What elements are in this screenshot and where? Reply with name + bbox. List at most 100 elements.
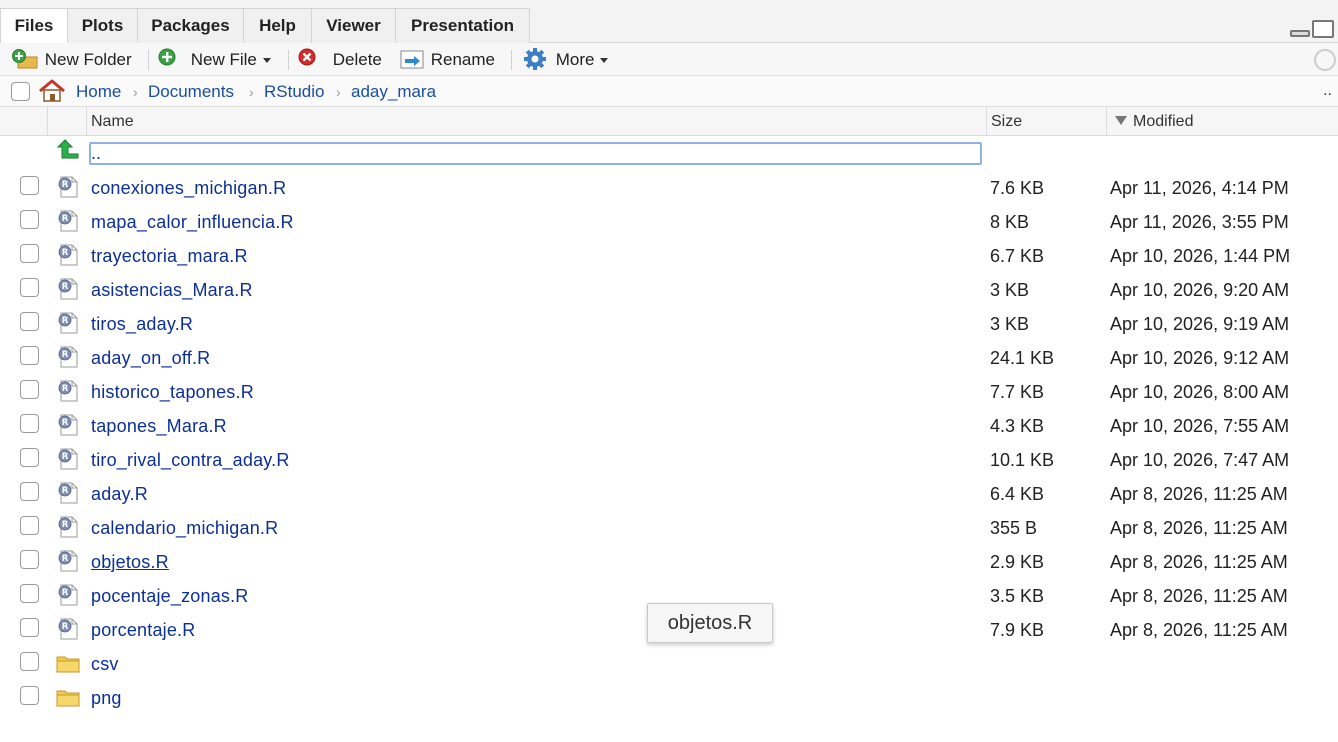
refresh-icon[interactable]	[1314, 49, 1336, 71]
delete-button[interactable]: Delete	[298, 47, 382, 73]
svg-text:R: R	[62, 350, 69, 360]
tab-help[interactable]: Help	[244, 8, 312, 43]
file-name-link[interactable]: calendario_michigan.R	[91, 517, 278, 539]
svg-text:R: R	[62, 180, 69, 190]
file-size: 6.4 KB	[990, 484, 1045, 504]
row-checkbox[interactable]	[20, 278, 39, 297]
row-checkbox[interactable]	[20, 482, 39, 501]
go-up-icon[interactable]	[56, 138, 80, 162]
file-row[interactable]: Raday.R 6.4 KB Apr 8, 2026, 11:25 AM	[0, 477, 1338, 511]
r-file-icon: R	[58, 176, 78, 198]
file-name-link[interactable]: aday_on_off.R	[91, 347, 210, 369]
r-file-icon: R	[58, 346, 78, 368]
new-folder-label: New Folder	[44, 50, 132, 69]
folder-icon	[56, 656, 80, 673]
file-row[interactable]: Robjetos.R 2.9 KB Apr 8, 2026, 11:25 AM	[0, 545, 1338, 579]
row-checkbox[interactable]	[20, 176, 39, 195]
file-row[interactable]: png	[0, 681, 1338, 715]
file-row[interactable]: Rasistencias_Mara.R 3 KB Apr 10, 2026, 9:2…	[0, 273, 1338, 307]
breadcrumb-overflow-button[interactable]: ..	[1323, 82, 1332, 100]
file-row[interactable]: Rtiro_rival_contra_aday.R 10.1 KB Apr 10, …	[0, 443, 1338, 477]
maximize-pane-icon[interactable]	[1312, 20, 1334, 38]
file-name-link[interactable]: asistencias_Mara.R	[91, 279, 253, 301]
header-size[interactable]: Size	[986, 107, 1106, 136]
breadcrumb-rstudio[interactable]: RStudio	[264, 81, 324, 103]
header-name[interactable]: Name	[86, 107, 986, 136]
minimize-pane-icon[interactable]	[1290, 30, 1310, 37]
tab-files[interactable]: Files	[0, 8, 68, 44]
rename-label: Rename	[430, 50, 495, 69]
file-modified: Apr 10, 2026, 9:19 AM	[1110, 314, 1290, 334]
row-checkbox[interactable]	[20, 346, 39, 365]
file-size: 8 KB	[990, 212, 1030, 232]
row-checkbox[interactable]	[20, 550, 39, 569]
svg-text:R: R	[62, 418, 69, 428]
file-name-link[interactable]: csv	[91, 653, 119, 675]
breadcrumb-aday-mara[interactable]: aday_mara	[351, 81, 436, 103]
header-modified[interactable]: Modified	[1106, 107, 1338, 136]
row-checkbox[interactable]	[20, 652, 39, 671]
file-name-link[interactable]: historico_tapones.R	[91, 381, 254, 403]
chevron-down-icon	[262, 58, 271, 64]
file-size: 24.1 KB	[990, 348, 1055, 368]
row-checkbox[interactable]	[20, 210, 39, 229]
row-checkbox[interactable]	[20, 244, 39, 263]
file-row[interactable]: Rtiros_aday.R 3 KB Apr 10, 2026, 9:19 AM	[0, 307, 1338, 341]
more-label: More	[555, 50, 595, 69]
r-file-icon: R	[58, 244, 78, 266]
svg-text:R: R	[62, 282, 69, 292]
file-name-link[interactable]: trayectoria_mara.R	[91, 245, 248, 267]
row-checkbox[interactable]	[20, 380, 39, 399]
home-icon[interactable]	[38, 79, 66, 103]
file-row[interactable]: Rconexiones_michigan.R 7.6 KB Apr 11, 2026…	[0, 171, 1338, 205]
rename-button[interactable]: Rename	[400, 47, 495, 73]
file-row[interactable]: Rtrayectoria_mara.R 6.7 KB Apr 10, 2026, 1…	[0, 239, 1338, 273]
row-checkbox[interactable]	[20, 686, 39, 705]
file-name-link[interactable]: objetos.R	[91, 551, 169, 573]
header-name-label: Name	[91, 113, 134, 130]
toolbar-divider	[511, 50, 512, 70]
row-checkbox[interactable]	[20, 312, 39, 331]
breadcrumb-home[interactable]: Home	[76, 81, 121, 103]
file-name-link[interactable]: tiros_aday.R	[91, 313, 193, 335]
parent-directory-row[interactable]	[89, 142, 982, 165]
breadcrumb-documents[interactable]: Documents	[148, 81, 234, 103]
tab-viewer[interactable]: Viewer	[312, 8, 396, 43]
row-checkbox[interactable]	[20, 584, 39, 603]
file-row[interactable]: Rtapones_Mara.R 4.3 KB Apr 10, 2026, 7:55 …	[0, 409, 1338, 443]
tab-packages[interactable]: Packages	[138, 8, 244, 43]
svg-text:R: R	[62, 248, 69, 258]
select-all-checkbox[interactable]	[11, 82, 30, 101]
file-row[interactable]: Rcalendario_michigan.R 355 B Apr 8, 2026, …	[0, 511, 1338, 545]
file-name-link[interactable]: porcentaje.R	[91, 619, 195, 641]
parent-directory-link[interactable]: ..	[91, 144, 101, 162]
more-button[interactable]: More	[523, 47, 609, 73]
file-row[interactable]: Rhistorico_tapones.R 7.7 KB Apr 10, 2026, …	[0, 375, 1338, 409]
file-name-link[interactable]: conexiones_michigan.R	[91, 177, 286, 199]
file-row[interactable]: Raday_on_off.R 24.1 KB Apr 10, 2026, 9:12 …	[0, 341, 1338, 375]
r-file-icon: R	[58, 210, 78, 232]
new-folder-button[interactable]: New Folder	[12, 47, 132, 73]
new-file-button[interactable]: New File	[158, 47, 271, 73]
r-file-icon: R	[58, 380, 78, 402]
row-checkbox[interactable]	[20, 448, 39, 467]
file-row[interactable]: Rmapa_calor_influencia.R 8 KB Apr 11, 2026…	[0, 205, 1338, 239]
row-checkbox[interactable]	[20, 516, 39, 535]
file-name-link[interactable]: pocentaje_zonas.R	[91, 585, 249, 607]
tab-plots[interactable]: Plots	[68, 8, 138, 43]
row-checkbox[interactable]	[20, 618, 39, 637]
file-name-link[interactable]: png	[91, 687, 122, 709]
file-name-link[interactable]: aday.R	[91, 483, 148, 505]
breadcrumb-separator-icon: ›	[249, 84, 254, 100]
r-file-icon: R	[58, 448, 78, 470]
tab-presentation[interactable]: Presentation	[396, 8, 530, 43]
chevron-down-icon	[600, 58, 609, 64]
file-row[interactable]: csv	[0, 647, 1338, 681]
file-size: 355 B	[990, 518, 1038, 538]
file-name-link[interactable]: tiro_rival_contra_aday.R	[91, 449, 290, 471]
row-checkbox[interactable]	[20, 414, 39, 433]
svg-text:R: R	[62, 384, 69, 394]
svg-text:R: R	[62, 452, 69, 462]
file-name-link[interactable]: tapones_Mara.R	[91, 415, 227, 437]
file-name-link[interactable]: mapa_calor_influencia.R	[91, 211, 294, 233]
